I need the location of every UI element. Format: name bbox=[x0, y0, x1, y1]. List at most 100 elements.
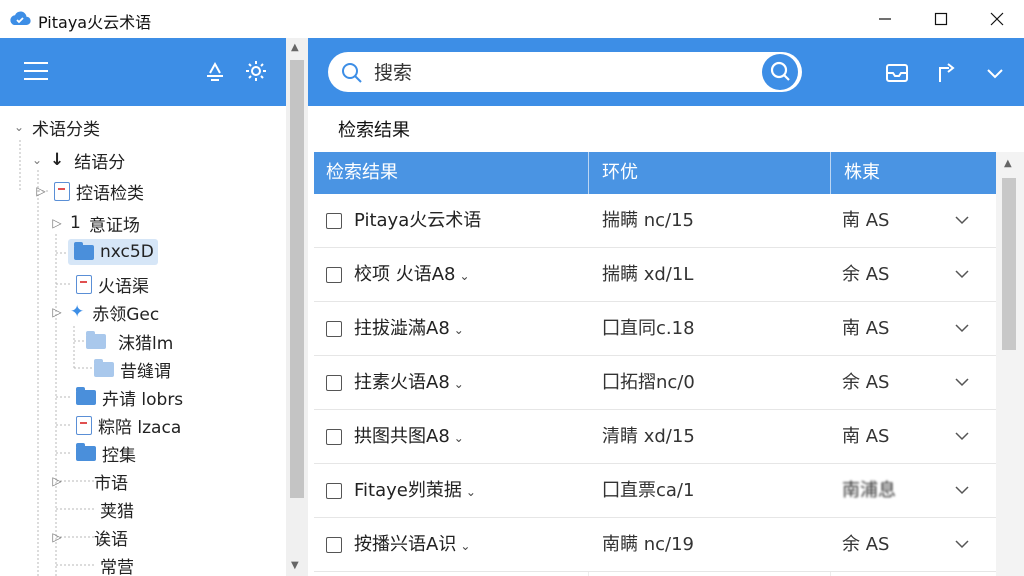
row-checkbox[interactable] bbox=[326, 213, 342, 229]
search-submit-button[interactable] bbox=[762, 54, 798, 90]
chevron-down-icon[interactable] bbox=[954, 536, 970, 552]
tree-item-label: nxc5D bbox=[100, 242, 154, 262]
chevron-down-icon[interactable]: ⌄ bbox=[466, 465, 476, 519]
chevron-down-icon[interactable]: ⌄ bbox=[454, 303, 464, 357]
chevron-down-icon[interactable]: ⌄ bbox=[460, 519, 470, 573]
inbox-icon[interactable] bbox=[884, 60, 910, 86]
chevron-down-icon[interactable]: ⌄ bbox=[12, 120, 26, 134]
tree-item[interactable]: 常营 bbox=[100, 552, 134, 576]
table-row[interactable]: 按播兴语A识 ⌄ 南瞒 nc/19 余 AS bbox=[314, 518, 996, 572]
row-checkbox[interactable] bbox=[326, 375, 342, 391]
tree-item-label: 常营 bbox=[100, 557, 134, 576]
table-row[interactable]: Pitaya火云术语 揣瞒 nc/15 南 AS bbox=[314, 194, 996, 248]
share-icon[interactable] bbox=[934, 60, 960, 86]
chevron-right-icon[interactable]: ▷ bbox=[50, 216, 64, 230]
row-checkbox[interactable] bbox=[326, 267, 342, 283]
scrollbar-thumb[interactable] bbox=[1002, 178, 1016, 350]
col3-cell: 余 AS bbox=[842, 264, 890, 285]
tree-item-selected[interactable]: nxc5D bbox=[68, 239, 158, 265]
tree-item-root[interactable]: ⌄ 术语分类 bbox=[12, 114, 100, 140]
tree-item[interactable]: 昔缝谓 bbox=[94, 356, 171, 382]
tree-item[interactable]: ▷ ✦ 赤领Gec bbox=[50, 299, 159, 325]
column-divider[interactable] bbox=[830, 152, 831, 194]
row-checkbox[interactable] bbox=[326, 321, 342, 337]
tree-item[interactable]: ▷ 诶语 bbox=[50, 524, 128, 550]
row-checkbox[interactable] bbox=[326, 483, 342, 499]
sidebar-scrollbar[interactable]: ▲ ▼ bbox=[286, 38, 308, 576]
chevron-down-icon[interactable] bbox=[954, 320, 970, 336]
scrollbar-thumb[interactable] bbox=[290, 60, 304, 498]
chevron-down-icon[interactable] bbox=[982, 60, 1008, 86]
term-cell: Fitaye刿茦据 ⌄ bbox=[354, 464, 476, 518]
sidebar-header bbox=[0, 38, 286, 106]
tree-item-label: 卉请 lobrs bbox=[102, 389, 184, 410]
window-title: Pitaya火云术语 bbox=[38, 13, 152, 32]
settings-icon[interactable] bbox=[243, 58, 269, 84]
col3-cell: 南 AS bbox=[842, 210, 890, 231]
table-row[interactable]: 拄拔澁滿A8 ⌄ 囗直同c.18 南 AS bbox=[314, 302, 996, 356]
table-scrollbar[interactable]: ▲ bbox=[996, 152, 1024, 576]
scroll-up-icon[interactable]: ▲ bbox=[291, 42, 299, 53]
col2-cell: 南瞒 nc/19 bbox=[602, 534, 694, 555]
search-bar[interactable] bbox=[328, 52, 802, 92]
chevron-down-icon[interactable] bbox=[954, 266, 970, 282]
search-icon bbox=[342, 63, 362, 83]
scroll-down-icon[interactable]: ▼ bbox=[291, 560, 299, 571]
column-header[interactable]: 检索结果 bbox=[314, 152, 398, 194]
chevron-right-icon[interactable]: ▷ bbox=[50, 530, 64, 544]
col3-cell: 南 AS bbox=[842, 318, 890, 339]
sort-icon: 1 bbox=[70, 213, 81, 233]
tree-item-label: 荚猎 bbox=[100, 501, 134, 522]
tree-item-label: 术语分类 bbox=[32, 119, 100, 140]
row-checkbox[interactable] bbox=[326, 429, 342, 445]
tree-item[interactable]: 沫猎lm bbox=[86, 328, 173, 354]
row-checkbox[interactable] bbox=[326, 537, 342, 553]
tree-item[interactable]: ▷ 市语 bbox=[50, 468, 128, 494]
table-row[interactable]: Fitaye刿茦据 ⌄ 囗直票ca/1 南浦息 bbox=[314, 464, 996, 518]
tree-item-label: 诶语 bbox=[94, 529, 128, 550]
table-row[interactable]: 校项 火语A8 ⌄ 揣瞒 xd/1L 余 AS bbox=[314, 248, 996, 302]
scroll-up-icon[interactable]: ▲ bbox=[1004, 158, 1012, 169]
tree-item-label: 结语分 bbox=[74, 152, 126, 173]
column-header[interactable]: 株東 bbox=[832, 152, 880, 194]
chevron-down-icon[interactable]: ⌄ bbox=[30, 153, 44, 167]
close-button[interactable] bbox=[972, 0, 1022, 38]
search-input[interactable] bbox=[374, 60, 754, 86]
chevron-down-icon[interactable]: ⌄ bbox=[454, 411, 464, 465]
tree-item[interactable]: 控集 bbox=[76, 440, 136, 466]
chevron-down-icon[interactable] bbox=[954, 428, 970, 444]
tree-item[interactable]: ⌄ ↓ 结语分 bbox=[30, 147, 125, 173]
tree-item[interactable]: 荚猎 bbox=[100, 496, 134, 522]
tree-item[interactable]: ▷ 1 意证场 bbox=[50, 210, 139, 236]
export-icon[interactable] bbox=[202, 58, 228, 84]
table-row[interactable]: 拄素火语A8 ⌄ 囗拓摺nc/0 余 AS bbox=[314, 356, 996, 410]
chevron-down-icon[interactable]: ⌄ bbox=[454, 357, 464, 411]
folder-icon bbox=[94, 358, 114, 377]
column-header[interactable]: 环优 bbox=[590, 152, 638, 194]
chevron-right-icon[interactable]: ▷ bbox=[50, 474, 64, 488]
chevron-down-icon[interactable] bbox=[954, 482, 970, 498]
folder-icon bbox=[76, 386, 96, 405]
tree-item[interactable]: 粽陪 lzaca bbox=[76, 412, 181, 438]
col3-cell: 南 AS bbox=[842, 426, 890, 447]
table-row[interactable]: 拱图共图A8 ⌄ 清睛 xd/15 南 AS bbox=[314, 410, 996, 464]
category-tree: ⌄ 术语分类 ⌄ ↓ 结语分 ▷ 控语检类 ▷ 1 意证场 nxc5D 火语渠 … bbox=[0, 106, 286, 576]
main-header bbox=[308, 38, 1024, 106]
chevron-down-icon[interactable] bbox=[954, 212, 970, 228]
minimize-button[interactable] bbox=[860, 0, 910, 38]
column-divider[interactable] bbox=[588, 152, 589, 194]
document-icon bbox=[54, 181, 70, 201]
col2-cell: 囗直票ca/1 bbox=[602, 480, 695, 501]
maximize-button[interactable] bbox=[916, 0, 966, 38]
chevron-down-icon[interactable] bbox=[954, 374, 970, 390]
minimize-icon bbox=[879, 18, 891, 20]
tree-item[interactable]: ▷ 控语检类 bbox=[34, 178, 144, 204]
menu-icon[interactable] bbox=[24, 62, 48, 82]
tree-item-label: 市语 bbox=[94, 473, 128, 494]
section-title: 检索结果 bbox=[338, 120, 410, 141]
tree-item[interactable]: 火语渠 bbox=[76, 271, 149, 297]
chevron-right-icon[interactable]: ▷ bbox=[50, 305, 64, 319]
chevron-right-icon[interactable]: ▷ bbox=[34, 184, 48, 198]
tree-item[interactable]: 卉请 lobrs bbox=[76, 384, 183, 410]
chevron-down-icon[interactable]: ⌄ bbox=[460, 249, 470, 303]
